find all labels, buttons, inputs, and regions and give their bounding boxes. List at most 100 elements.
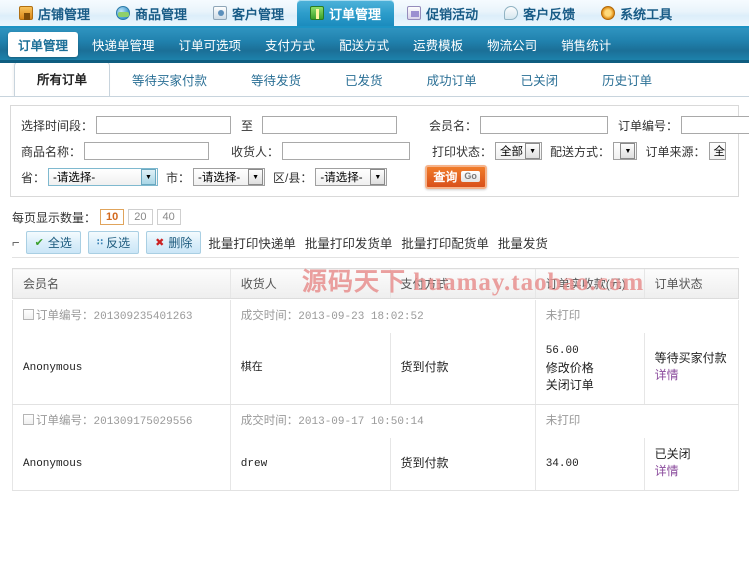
subnav-item-freight-templates[interactable]: 运费模板 [403,32,473,57]
province-value: -请选择- [53,172,96,184]
member-cell: Anonymous [12,332,231,405]
subnav-item-shipping-methods[interactable]: 配送方式 [329,32,399,57]
order-source-select[interactable]: 全 [708,142,726,160]
detail-link[interactable]: 详情 [655,463,738,480]
member-value: Anonymous [23,361,83,374]
city-select[interactable]: -请选择- ▼ [193,168,266,186]
modify-price-link[interactable]: 修改价格 [546,360,644,377]
subnav-item-order-options[interactable]: 订单可选项 [169,32,252,57]
invert-selection-button[interactable]: ∷ 反选 [87,231,140,254]
amount-value: 56.00 [545,344,579,357]
product-name-label: 商品名称： [21,144,82,159]
print-state-value: 未打印 [545,309,581,322]
district-select[interactable]: -请选择- ▼ [315,168,388,186]
receiver-label: 收货人： [231,144,280,159]
deal-time-label: 成交时间： [240,415,299,427]
table-header-row: 会员名 收货人 支付方式 订单实收款(元) 订单状态 [12,268,740,299]
nav-item-label: 店铺管理 [38,6,91,22]
table-row: Anonymous drew 货到付款 34.00 已关闭 详情 [12,438,740,491]
tab-successful-orders[interactable]: 成功订单 [405,63,499,96]
nav-item-customer[interactable]: 客户管理 [200,0,297,26]
order-number-label: 订单编号： [36,415,94,427]
delete-button[interactable]: ✖ 删除 [146,231,202,254]
order-checkbox[interactable] [23,414,34,425]
nav-item-feedback[interactable]: 客户反馈 [491,0,588,26]
close-order-link[interactable]: 关闭订单 [546,377,644,394]
district-label: 区/县： [273,170,313,185]
nav-item-tools[interactable]: 系统工具 [588,0,685,26]
order-icon [310,6,325,20]
status-badge: 已关闭 [654,447,691,461]
search-button[interactable]: 查询 Go [425,165,487,189]
order-checkbox[interactable] [23,308,34,320]
time-from-input[interactable] [96,116,232,134]
select-all-label: 全选 [47,236,72,250]
province-select[interactable]: -请选择- ▼ [48,168,159,186]
status-cell: 已关闭 详情 [643,438,740,491]
payment-cell: 货到付款 [389,438,536,491]
subnav-item-sales-statistics[interactable]: 销售统计 [551,32,621,57]
filter-row-1: 选择时间段： 至 会员名： 订单编号： [21,112,749,138]
batch-ship-link[interactable]: 批量发货 [498,233,548,252]
nav-item-goods[interactable]: 商品管理 [103,0,200,26]
nav-item-shop[interactable]: 店铺管理 [6,0,103,26]
shipping-method-select[interactable]: ▼ [613,142,638,160]
time-to-input[interactable] [262,116,398,134]
nav-item-promotion[interactable]: 促销活动 [394,0,491,26]
tab-shipped[interactable]: 已发货 [323,63,405,96]
subnav-item-order-management[interactable]: 订单管理 [8,31,79,57]
receiver-value: drew [240,457,268,470]
city-label: 市： [166,170,191,185]
member-name-input[interactable] [480,116,609,134]
go-badge: Go [461,171,480,182]
batch-print-picking-link[interactable]: 批量打印配货单 [401,233,489,252]
print-state-value: 全部 [500,146,524,158]
deal-time-label: 成交时间： [240,309,299,322]
tab-awaiting-payment[interactable]: 等待买家付款 [110,63,229,96]
tab-all-orders[interactable]: 所有订单 [14,63,111,96]
detail-link[interactable]: 详情 [655,367,738,384]
page-size-option-20[interactable]: 20 [128,209,153,225]
payment-value: 货到付款 [400,359,449,374]
deal-time-value: 2013-09-17 10:50:14 [298,416,424,428]
receiver-cell: 棋在 [229,332,391,405]
print-state-value: 未打印 [545,415,581,427]
time-range-label: 选择时间段： [21,118,94,133]
tab-awaiting-shipment[interactable]: 等待发货 [229,63,323,96]
nav-item-label: 订单管理 [329,6,382,22]
print-state-select[interactable]: 全部 ▼ [495,142,543,160]
batch-print-invoice-link[interactable]: 批量打印发货单 [305,233,393,252]
page-size-option-40[interactable]: 40 [156,209,181,225]
deal-time-cell: 成交时间：2013-09-17 10:50:14 [229,405,536,438]
chevron-down-icon: ▼ [525,143,541,159]
nav-item-label: 客户管理 [232,6,285,22]
chevron-down-icon: ▼ [370,169,386,185]
order-number-input[interactable] [681,116,749,134]
table-row: Anonymous 棋在 货到付款 56.00 修改价格 关闭订单 等待买家付款… [12,332,740,405]
tab-closed[interactable]: 已关闭 [499,63,581,96]
nav-item-label: 客户反馈 [523,6,576,22]
tab-history-orders[interactable]: 历史订单 [580,63,674,96]
batch-print-express-link[interactable]: 批量打印快递单 [208,233,296,252]
column-header-receiver: 收货人 [229,268,391,299]
product-name-input[interactable] [84,142,210,160]
amount-value: 34.00 [545,457,579,470]
order-status-tabs: 所有订单 等待买家付款 等待发货 已发货 成功订单 已关闭 历史订单 [0,63,749,97]
page-size-option-10[interactable]: 10 [100,209,125,225]
status-cell: 等待买家付款 详情 [643,332,740,405]
subnav-item-payment-methods[interactable]: 支付方式 [255,32,325,57]
chevron-down-icon: ▼ [141,169,157,185]
promotion-icon [407,6,422,20]
receiver-input[interactable] [282,142,411,160]
order-number-cell: 订单编号：201309175029556 [12,405,231,438]
nav-item-order[interactable]: 订单管理 [297,0,395,26]
filter-row-2: 商品名称： 收货人： 打印状态： 全部 ▼ 配送方式： ▼ 订单来源： 全 [21,138,734,164]
subnav-item-logistics-companies[interactable]: 物流公司 [477,32,547,57]
nav-item-label: 促销活动 [426,6,479,22]
payment-cell: 货到付款 [389,332,536,405]
member-name-label: 会员名： [429,118,478,133]
deal-time-value: 2013-09-23 18:02:52 [298,310,424,323]
subnav-item-express-management[interactable]: 快递单管理 [82,32,165,57]
payment-value: 货到付款 [400,455,449,470]
select-all-button[interactable]: ✔ 全选 [25,231,81,254]
